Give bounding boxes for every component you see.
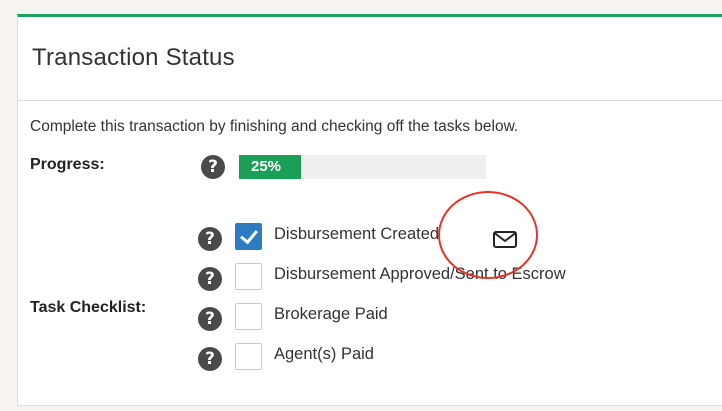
task-label: Disbursement Created xyxy=(274,225,440,243)
progress-bar: 25% xyxy=(239,155,486,179)
task-checkbox-disbursement-created[interactable] xyxy=(235,223,262,250)
task-label: Brokerage Paid xyxy=(274,305,388,323)
task-item-agents-paid: ? Agent(s) Paid xyxy=(198,343,678,371)
panel-header: Transaction Status xyxy=(18,17,722,101)
task-label: Agent(s) Paid xyxy=(274,345,374,363)
task-help-icon[interactable]: ? xyxy=(198,307,222,331)
progress-bar-fill: 25% xyxy=(239,155,301,179)
task-label: Disbursement Approved/Sent to Escrow xyxy=(274,265,566,283)
task-help-icon[interactable]: ? xyxy=(198,347,222,371)
task-item-disbursement-approved: ? Disbursement Approved/Sent to Escrow xyxy=(198,263,678,291)
task-checkbox-disbursement-approved[interactable] xyxy=(235,263,262,290)
transaction-status-panel: Transaction Status Complete this transac… xyxy=(17,14,722,406)
red-highlight-circle xyxy=(438,191,538,279)
panel-title: Transaction Status xyxy=(32,44,235,71)
progress-help-icon[interactable]: ? xyxy=(201,155,225,179)
task-help-icon[interactable]: ? xyxy=(198,267,222,291)
task-checkbox-brokerage-paid[interactable] xyxy=(235,303,262,330)
task-checkbox-agents-paid[interactable] xyxy=(235,343,262,370)
progress-label: Progress: xyxy=(30,156,105,173)
task-help-icon[interactable]: ? xyxy=(198,227,222,251)
task-checklist-label: Task Checklist: xyxy=(30,299,147,316)
intro-text: Complete this transaction by finishing a… xyxy=(30,118,519,135)
task-item-brokerage-paid: ? Brokerage Paid xyxy=(198,303,678,331)
